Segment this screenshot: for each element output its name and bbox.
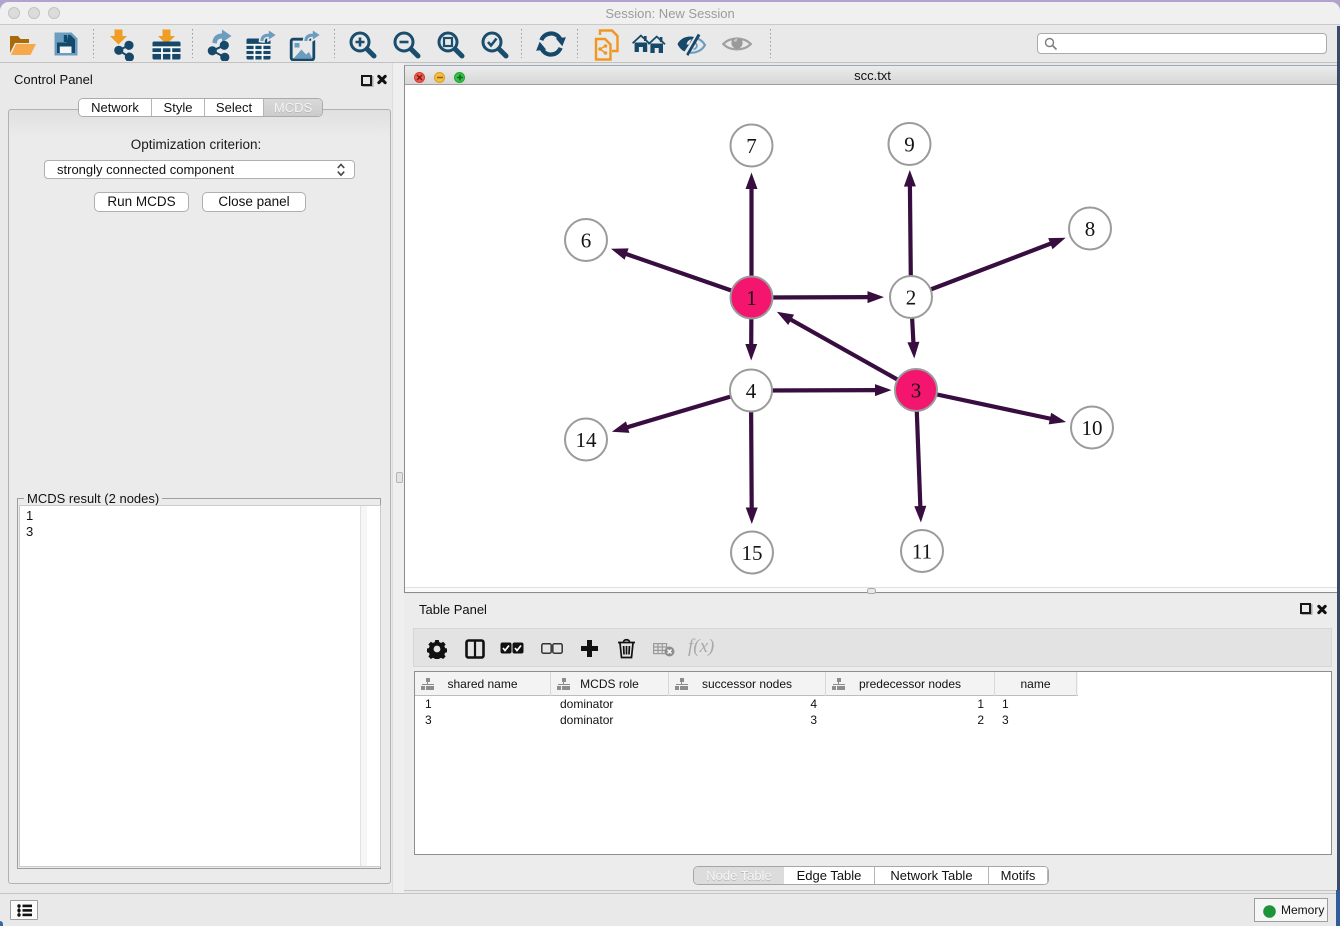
- svg-text:11: 11: [912, 539, 932, 563]
- svg-text:9: 9: [904, 132, 915, 156]
- svg-text:8: 8: [1085, 217, 1096, 241]
- svg-text:3: 3: [911, 378, 922, 402]
- svg-text:7: 7: [746, 134, 757, 158]
- svg-text:6: 6: [581, 228, 592, 252]
- svg-text:15: 15: [742, 541, 763, 565]
- svg-text:14: 14: [576, 428, 598, 452]
- svg-text:2: 2: [906, 285, 917, 309]
- svg-text:10: 10: [1082, 416, 1103, 440]
- svg-text:4: 4: [746, 379, 757, 403]
- svg-text:1: 1: [746, 286, 757, 310]
